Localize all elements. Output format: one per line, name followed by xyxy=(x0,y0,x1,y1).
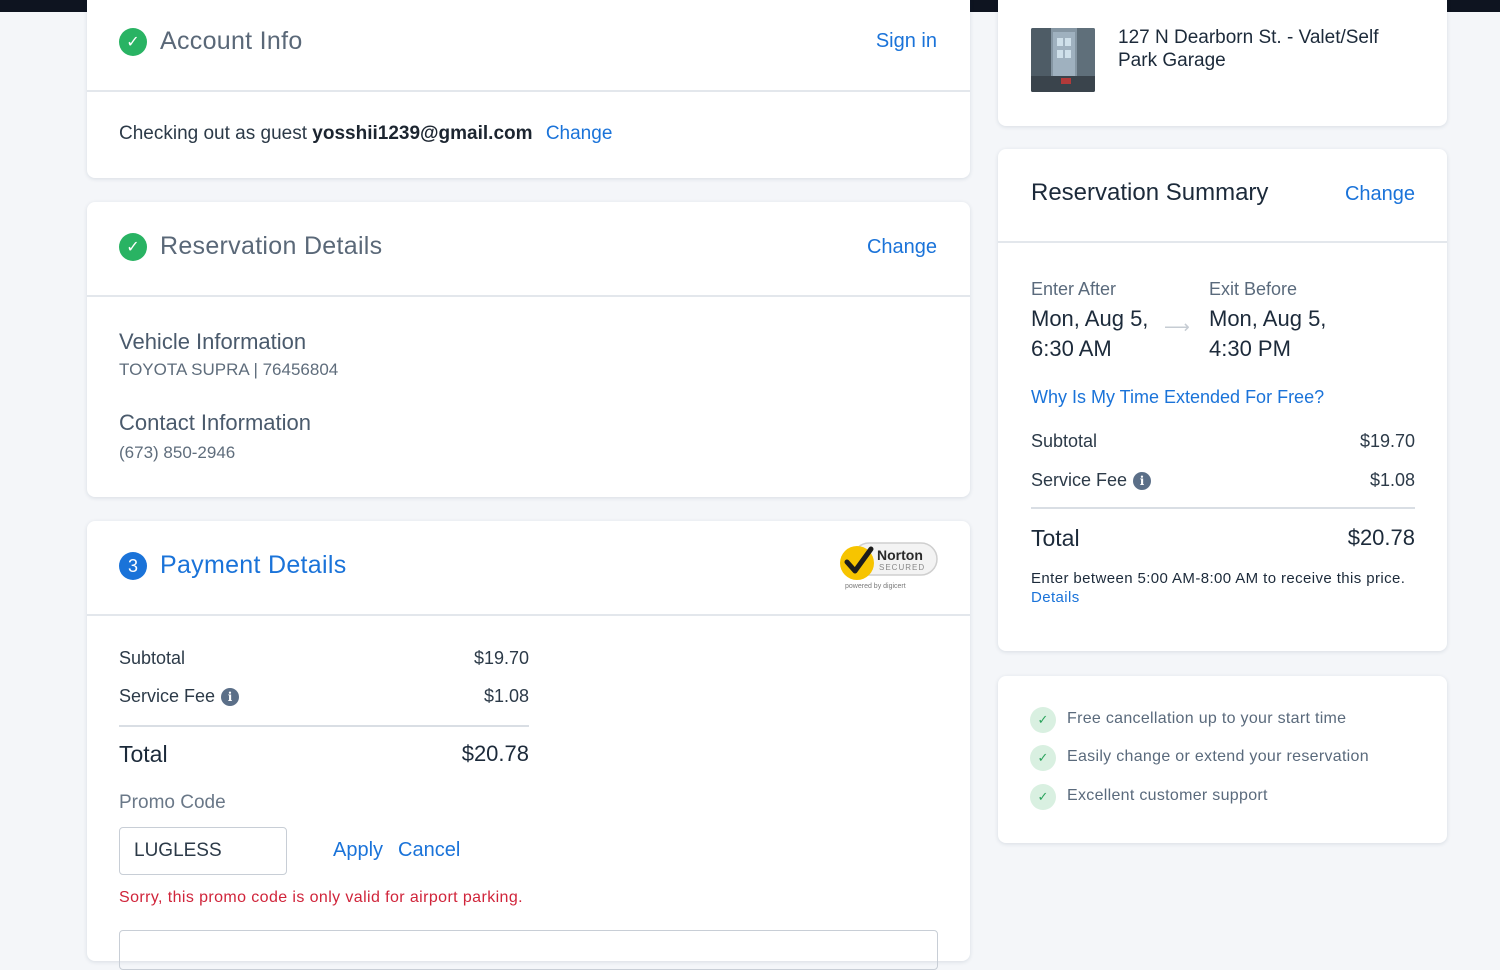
garage-thumbnail xyxy=(1031,28,1095,92)
payment-details-card: 3 Payment Details Norton SECURED powered… xyxy=(87,521,970,970)
promo-code-input[interactable] xyxy=(119,827,287,875)
divider xyxy=(119,725,529,727)
subtotal-value: $19.70 xyxy=(473,648,529,668)
cancel-promo-button[interactable]: Cancel xyxy=(398,839,460,862)
summary-title: Reservation Summary xyxy=(1031,179,1269,206)
location-card: 127 N Dearborn St. - Valet/Self Park Gar… xyxy=(998,0,1447,126)
divider xyxy=(87,90,970,92)
check-icon: ✓ xyxy=(1030,707,1056,733)
summary-subtotal-label: Subtotal xyxy=(1031,431,1098,451)
guest-line: Checking out as guest yosshii1239@gmail.… xyxy=(119,123,612,145)
service-fee-value: $1.08 xyxy=(483,686,529,706)
summary-fee-label: Service Fee xyxy=(1031,470,1128,490)
divider xyxy=(1031,507,1415,509)
summary-subtotal-value: $19.70 xyxy=(1359,431,1415,451)
benefits-card: ✓ Free cancellation up to your start tim… xyxy=(998,676,1447,843)
contact-heading: Contact Information xyxy=(119,410,311,435)
summary-total-label: Total xyxy=(1031,525,1080,551)
service-fee-label: Service Fee xyxy=(119,686,216,706)
change-summary-link[interactable]: Change xyxy=(1345,183,1415,206)
benefit-item: Free cancellation up to your start time xyxy=(1067,710,1347,727)
guest-prefix: Checking out as guest xyxy=(119,123,308,144)
check-icon: ✓ xyxy=(119,233,147,261)
norton-powered: powered by digicert xyxy=(845,583,906,590)
check-icon: ✓ xyxy=(119,28,147,56)
payment-details-title: Payment Details xyxy=(160,551,347,579)
apply-promo-button[interactable]: Apply xyxy=(333,839,383,862)
enter-after-label: Enter After xyxy=(1031,279,1117,299)
check-icon: ✓ xyxy=(1030,745,1056,771)
sign-in-link[interactable]: Sign in xyxy=(876,30,937,53)
service-fee-row: Service Fee i xyxy=(119,686,240,707)
check-icon: ✓ xyxy=(1030,784,1056,810)
total-label: Total xyxy=(119,741,168,767)
divider xyxy=(998,241,1447,243)
change-reservation-link[interactable]: Change xyxy=(867,236,937,259)
account-info-title: Account Info xyxy=(160,27,303,55)
norton-label: Norton xyxy=(877,547,923,563)
reservation-details-title: Reservation Details xyxy=(160,232,383,260)
total-value: $20.78 xyxy=(461,741,529,766)
reservation-summary-card: Reservation Summary Change Enter After M… xyxy=(998,149,1447,651)
norton-badge: Norton SECURED powered by digicert xyxy=(837,541,939,597)
divider xyxy=(87,614,970,616)
price-note-text: Enter between 5:00 AM-8:00 AM to receive… xyxy=(1031,570,1406,587)
arrow-right-icon: ⟶ xyxy=(1164,317,1190,337)
contact-value: (673) 850-2946 xyxy=(119,443,236,462)
vehicle-heading: Vehicle Information xyxy=(119,329,307,354)
vehicle-value: TOYOTA SUPRA | 76456804 xyxy=(119,360,339,379)
norton-sub: SECURED xyxy=(879,563,926,572)
summary-fee-value: $1.08 xyxy=(1369,470,1415,490)
exit-before-date: Mon, Aug 5, xyxy=(1209,306,1327,331)
why-extended-link[interactable]: Why Is My Time Extended For Free? xyxy=(1031,387,1324,408)
account-info-card: ✓ Account Info Sign in Checking out as g… xyxy=(87,0,970,178)
guest-email: yosshii1239@gmail.com xyxy=(312,123,533,144)
exit-before-label: Exit Before xyxy=(1209,279,1298,299)
subtotal-label: Subtotal xyxy=(119,648,186,668)
divider xyxy=(87,295,970,297)
location-name: 127 N Dearborn St. - Valet/Self Park Gar… xyxy=(1118,27,1379,71)
info-icon[interactable]: i xyxy=(1133,472,1152,491)
benefit-item: Excellent customer support xyxy=(1067,787,1268,804)
summary-fee-row: Service Fee i xyxy=(1031,470,1152,491)
details-link[interactable]: Details xyxy=(1031,589,1080,606)
next-field-box[interactable] xyxy=(119,930,938,970)
step-number-badge: 3 xyxy=(119,552,147,580)
summary-total-value: $20.78 xyxy=(1347,525,1415,550)
info-icon[interactable]: i xyxy=(221,688,240,707)
reservation-details-card: ✓ Reservation Details Change Vehicle Inf… xyxy=(87,202,970,497)
benefit-item: Easily change or extend your reservation xyxy=(1067,748,1369,765)
change-guest-link[interactable]: Change xyxy=(546,123,613,144)
promo-error-message: Sorry, this promo code is only valid for… xyxy=(119,889,523,906)
garage-photo xyxy=(1031,28,1095,92)
enter-after-date: Mon, Aug 5, xyxy=(1031,306,1149,331)
price-note: Enter between 5:00 AM-8:00 AM to receive… xyxy=(1031,569,1411,607)
enter-after-time: 6:30 AM xyxy=(1031,336,1112,361)
promo-code-label: Promo Code xyxy=(119,792,226,813)
exit-before-time: 4:30 PM xyxy=(1209,336,1291,361)
